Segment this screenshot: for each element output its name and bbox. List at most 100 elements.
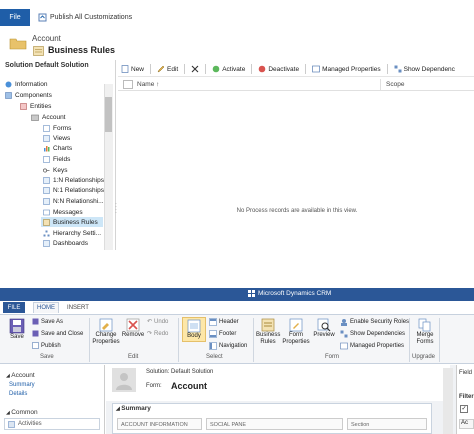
save-as-button[interactable]: Save As: [32, 318, 63, 325]
toolbar-separator: [386, 64, 388, 74]
field-item[interactable]: Ac: [459, 419, 474, 429]
delete-button[interactable]: [191, 65, 199, 73]
merge-forms-icon: [418, 318, 431, 332]
ribbon-separator: [439, 318, 440, 362]
tab-insert[interactable]: INSERT: [64, 302, 92, 313]
tree-item-messages[interactable]: Messages: [43, 207, 83, 217]
toolbar-separator: [150, 64, 152, 74]
managed-properties-button[interactable]: Managed Properties: [340, 342, 404, 350]
edit-icon: [157, 65, 165, 73]
tree-item-components[interactable]: Components: [5, 90, 52, 100]
managed-properties-icon: [340, 342, 348, 350]
toolbar-separator: [305, 64, 307, 74]
dashboard-icon: [43, 239, 50, 247]
nav-section-common[interactable]: ◢ Common: [6, 409, 38, 416]
nav-section-account[interactable]: ◢ Account: [6, 372, 35, 379]
relationship-icon: [43, 176, 50, 184]
change-properties-button[interactable]: Change Properties: [92, 318, 120, 346]
tree-item-charts[interactable]: Charts: [43, 143, 72, 153]
show-dependencies-button[interactable]: Show Dependenc: [394, 65, 455, 73]
tree-item-dashboards[interactable]: Dashboards: [43, 238, 88, 248]
tree-item-n1-relationships[interactable]: N:1 Relationships: [43, 185, 104, 195]
filter-checkbox[interactable]: ✓: [460, 405, 468, 413]
save-and-close-button[interactable]: Save and Close: [32, 330, 83, 337]
tree-item-entities[interactable]: Entities: [20, 101, 51, 111]
footer-button[interactable]: Footer: [209, 330, 236, 338]
nav-link-summary[interactable]: Summary: [9, 382, 35, 388]
grid-header: Name ↑ Scope: [118, 79, 474, 91]
app-title: Microsoft Dynamics CRM: [248, 290, 331, 297]
tree-item-information[interactable]: Information: [5, 79, 48, 89]
summary-tab-title: ◢ Summary: [116, 405, 151, 412]
nav-link-details[interactable]: Details: [9, 391, 27, 397]
file-button[interactable]: File: [0, 9, 30, 26]
activate-icon: [212, 65, 220, 73]
ribbon-group-upgrade: Upgrade: [412, 354, 436, 360]
tree-item-views[interactable]: Views: [43, 133, 70, 143]
save-as-icon: [32, 318, 39, 325]
pane-splitter[interactable]: · · · ·: [115, 201, 118, 217]
form-properties-icon: [289, 318, 303, 332]
tree-item-hierarchy-settings[interactable]: Hierarchy Setti...: [43, 228, 101, 238]
ribbon-separator: [178, 318, 179, 362]
body-icon: [187, 319, 201, 333]
solution-header: Solution Default Solution: [5, 62, 89, 69]
section-social-pane[interactable]: SOCIAL PANE: [206, 418, 343, 430]
navigation-button[interactable]: Navigation: [209, 342, 247, 350]
tab-file[interactable]: FILE: [3, 302, 25, 313]
new-button[interactable]: New: [121, 65, 144, 73]
form-scrollbar[interactable]: [443, 368, 453, 434]
preview-button[interactable]: Preview: [312, 318, 336, 339]
dependencies-icon: [394, 65, 402, 73]
tab-home[interactable]: HOME: [33, 302, 59, 313]
section-account-information[interactable]: ACCOUNT INFORMATION: [117, 418, 202, 430]
dynamics-logo-icon: [248, 290, 255, 297]
entities-icon: [20, 102, 27, 110]
edit-button[interactable]: Edit: [157, 65, 178, 73]
publish-icon: [38, 13, 47, 22]
select-all-checkbox[interactable]: [123, 80, 133, 89]
tree-item-nn-relationships[interactable]: N:N Relationshi...: [43, 196, 104, 206]
header-button[interactable]: Header: [209, 318, 239, 326]
show-dependencies-button[interactable]: Show Dependencies: [340, 330, 405, 338]
form-label: Form:: [146, 383, 162, 389]
key-icon: [43, 168, 50, 172]
activate-button[interactable]: Activate: [212, 65, 245, 73]
tree-item-keys[interactable]: Keys: [43, 165, 67, 175]
tree-item-1n-relationships[interactable]: 1:N Relationships: [43, 175, 104, 185]
column-name-header[interactable]: Name ↑: [137, 81, 159, 88]
views-icon: [43, 134, 50, 142]
section-generic[interactable]: Section: [347, 418, 427, 430]
ribbon-group-form: Form: [325, 354, 339, 360]
merge-forms-button[interactable]: Merge Forms: [413, 318, 437, 346]
remove-button[interactable]: Remove: [121, 318, 145, 339]
field-explorer-title: Field: [459, 370, 473, 376]
managed-properties-icon: [312, 65, 320, 73]
security-roles-icon: [341, 319, 347, 326]
column-scope-header[interactable]: Scope: [386, 81, 404, 88]
tree-item-account[interactable]: Account: [31, 112, 66, 122]
enable-security-roles-button[interactable]: Enable Security Roles: [340, 318, 409, 326]
redo-button[interactable]: ↷ Redo: [147, 330, 168, 338]
dependencies-icon: [340, 330, 348, 338]
save-button[interactable]: Save: [6, 318, 28, 341]
app-title-bar: [0, 288, 474, 301]
business-rules-button[interactable]: Business Rules: [256, 318, 280, 346]
deactivate-button[interactable]: Deactivate: [258, 65, 299, 73]
relationship-icon: [43, 197, 50, 205]
managed-properties-button[interactable]: Managed Properties: [312, 65, 381, 73]
undo-icon: ↶: [147, 319, 153, 325]
footer-icon: [209, 330, 217, 338]
publish-all-button[interactable]: Publish All Customizations: [38, 9, 132, 26]
publish-button[interactable]: Publish: [32, 342, 61, 349]
undo-button[interactable]: ↶ Undo: [147, 318, 168, 326]
tree-item-business-rules[interactable]: Business Rules: [41, 217, 103, 227]
body-button[interactable]: Body: [182, 317, 206, 342]
tree-item-fields[interactable]: Fields: [43, 154, 70, 164]
form-properties-button[interactable]: Form Properties: [282, 318, 310, 346]
tree-item-forms[interactable]: Forms: [43, 123, 71, 133]
ribbon-separator: [89, 318, 90, 362]
change-properties-icon: [99, 318, 113, 332]
nav-item-activities[interactable]: Activities: [4, 418, 100, 430]
tree-scrollbar-thumb[interactable]: [105, 97, 112, 132]
